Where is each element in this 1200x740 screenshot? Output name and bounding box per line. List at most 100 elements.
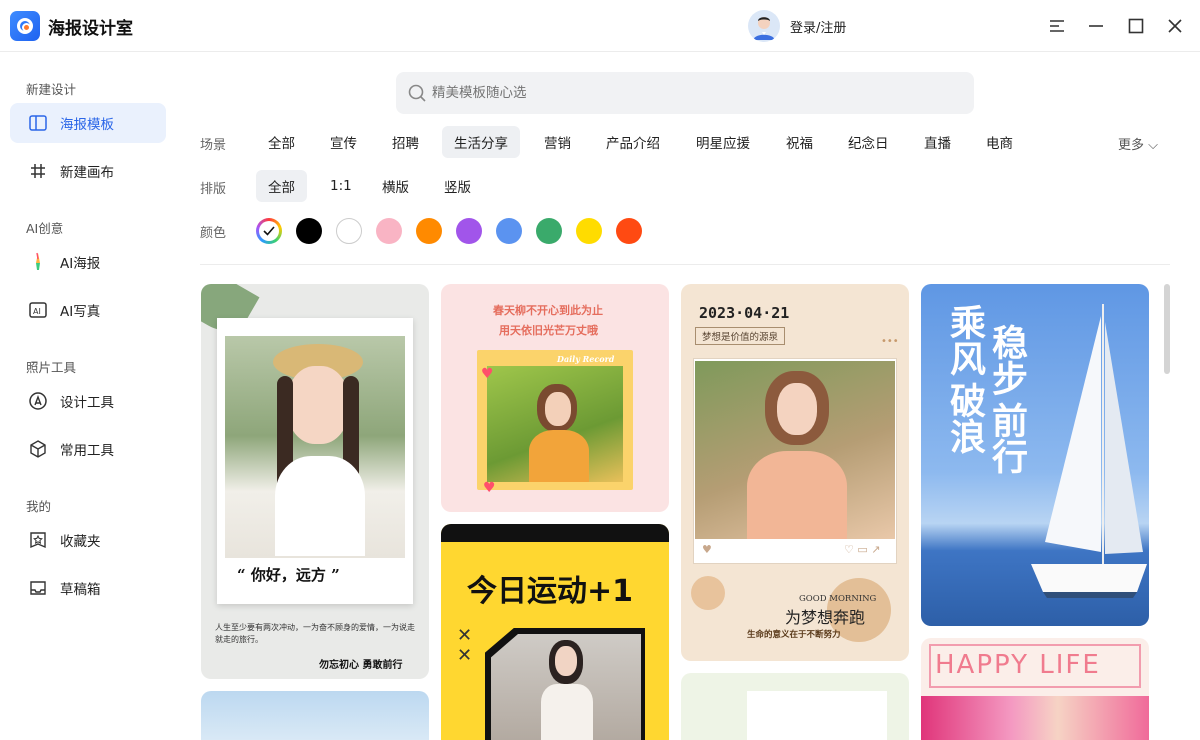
sidebar-item-ai-photo[interactable]: AI AI写真 — [10, 290, 166, 330]
section-mine: 我的 — [26, 499, 52, 514]
layout-chip-all[interactable]: 全部 — [256, 170, 307, 202]
scene-chip-live[interactable]: 直播 — [912, 126, 963, 158]
card-greeting: GOOD MORNING — [799, 594, 877, 604]
sidebar-item-label: 收藏夹 — [60, 534, 101, 550]
template-card-happy-life[interactable]: HAPPY LIFE — [921, 638, 1149, 740]
color-blue[interactable] — [496, 218, 522, 244]
layout-chip-landscape[interactable]: 横版 — [370, 170, 421, 202]
scene-chip-promo[interactable]: 宣传 — [318, 126, 369, 158]
close-icon[interactable] — [1161, 12, 1189, 40]
color-red[interactable] — [616, 218, 642, 244]
sidebar-item-design-tools[interactable]: 设计工具 — [10, 381, 166, 421]
card-title-col1: 乘风 — [944, 304, 986, 376]
scene-chip-recruit[interactable]: 招聘 — [380, 126, 431, 158]
color-white[interactable] — [336, 218, 362, 244]
more-filters-button[interactable]: 更多 ⌵ — [1118, 134, 1158, 153]
color-yellow[interactable] — [576, 218, 602, 244]
scene-chip-life-share[interactable]: 生活分享 — [442, 126, 520, 158]
sidebar-item-drafts[interactable]: 草稿箱 — [10, 568, 166, 608]
color-purple[interactable] — [456, 218, 482, 244]
dots-decoration: ••• — [881, 336, 899, 347]
layout-chip-portrait[interactable]: 竖版 — [432, 170, 483, 202]
circle-decoration — [691, 576, 725, 610]
sidebar-item-label: 海报模板 — [60, 117, 114, 133]
flower-photo — [921, 696, 1149, 740]
title-bar: 海报设计室 登录/注册 — [0, 0, 1200, 52]
check-icon — [259, 221, 279, 241]
scrollbar-thumb[interactable] — [1164, 284, 1170, 374]
heart-icon: ♥ — [481, 366, 494, 382]
sidebar-item-new-canvas[interactable]: 新建画布 — [10, 151, 166, 191]
portrait-photo — [491, 634, 641, 740]
search-bar[interactable] — [396, 72, 974, 114]
svg-text:AI: AI — [33, 307, 41, 316]
template-card-partial-sky[interactable] — [201, 691, 429, 740]
portrait-photo — [225, 336, 405, 558]
sidebar-item-label: 常用工具 — [60, 443, 114, 459]
card-footer: 生命的意义在于不断努力 — [747, 630, 841, 640]
layout-filter-label: 排版 — [200, 182, 227, 197]
sailboat-illustration — [1031, 304, 1147, 598]
scene-chip-all[interactable]: 全部 — [256, 126, 307, 158]
color-black[interactable] — [296, 218, 322, 244]
divider — [200, 264, 1170, 265]
user-avatar[interactable] — [748, 10, 780, 42]
sidebar-item-ai-poster[interactable]: AI海报 — [10, 242, 166, 282]
color-pink[interactable] — [376, 218, 402, 244]
color-orange[interactable] — [416, 218, 442, 244]
card-title: HAPPY LIFE — [935, 650, 1101, 680]
maximize-icon[interactable] — [1122, 12, 1150, 40]
search-icon — [408, 84, 426, 106]
ai-brush-icon — [28, 252, 48, 272]
scene-chip-blessing[interactable]: 祝福 — [774, 126, 825, 158]
cube-icon — [28, 439, 48, 459]
color-green[interactable] — [536, 218, 562, 244]
template-card-exercise[interactable]: 今日运动+1 ✕ ✕ — [441, 524, 669, 740]
photo-frame: ♥ ♡ ▭ ↗ — [693, 358, 897, 564]
section-ai-creative: AI创意 — [26, 221, 64, 236]
template-card-hello-distance[interactable]: “ 你好，远方 ” 人生至少要有两次冲动，一为奋不顾身的爱情，一为说走就走的旅行… — [201, 284, 429, 679]
color-filter-label: 颜色 — [200, 226, 227, 241]
card-line-2: 用天依旧光芒万丈哦 — [499, 324, 598, 337]
sidebar-item-favorites[interactable]: 收藏夹 — [10, 520, 166, 560]
heart-icon: ♥ — [483, 480, 496, 496]
scene-chip-star[interactable]: 明星应援 — [684, 126, 762, 158]
sidebar-item-label: 设计工具 — [60, 395, 114, 411]
card-caption: “ 你好，远方 ” — [237, 566, 340, 584]
photo-frame — [485, 628, 645, 740]
portrait-photo — [487, 366, 623, 482]
section-photo-tools: 照片工具 — [26, 360, 77, 375]
sidebar-item-label: AI海报 — [60, 256, 101, 272]
sidebar-item-label: AI写真 — [60, 304, 101, 320]
template-card-partial[interactable] — [681, 673, 909, 740]
card-signature: 勿忘初心 勇敢前行 — [319, 660, 403, 671]
layout-chip-square[interactable]: 1:1 — [318, 170, 364, 202]
draft-tray-icon — [28, 578, 48, 598]
scene-filter-label: 场景 — [200, 138, 227, 153]
sidebar-item-poster-template[interactable]: 海报模板 — [10, 103, 166, 143]
poster-template-icon — [28, 113, 48, 133]
template-card-sailing[interactable]: 乘风 破浪 稳步 前行 — [921, 284, 1149, 626]
design-pen-icon — [28, 391, 48, 411]
template-card-daily-record[interactable]: 春天柳不开心到此为止 用天依旧光芒万丈哦 Daily Record ♥ ♥ — [441, 284, 669, 512]
login-register-link[interactable]: 登录/注册 — [790, 17, 846, 36]
card-tag: Daily Record — [557, 354, 615, 364]
minimize-icon[interactable] — [1082, 12, 1110, 40]
card-line-1: 春天柳不开心到此为止 — [493, 304, 603, 317]
card-title-col2b: 前行 — [986, 402, 1028, 474]
sidebar-item-common-tools[interactable]: 常用工具 — [10, 429, 166, 469]
search-input[interactable] — [432, 72, 952, 114]
sidebar-item-label: 草稿箱 — [60, 582, 101, 598]
card-title-col1b: 破浪 — [944, 382, 986, 454]
color-all-selected[interactable] — [256, 218, 282, 244]
menu-icon[interactable] — [1043, 12, 1071, 40]
app-title: 海报设计室 — [48, 19, 133, 39]
share-icons: ♡ ▭ ↗ — [844, 543, 881, 556]
card-subtitle: 梦想是价值的源泉 — [695, 327, 786, 345]
scene-chip-product[interactable]: 产品介绍 — [594, 126, 672, 158]
scene-chip-ecommerce[interactable]: 电商 — [974, 126, 1025, 158]
scene-chip-anniversary[interactable]: 纪念日 — [836, 126, 901, 158]
scene-chip-marketing[interactable]: 营销 — [532, 126, 583, 158]
card-title-col2: 稳步 — [986, 324, 1028, 396]
template-card-dream[interactable]: 2023·04·21 梦想是价值的源泉 ••• ♥ ♡ ▭ ↗ GOOD MOR… — [681, 284, 909, 661]
